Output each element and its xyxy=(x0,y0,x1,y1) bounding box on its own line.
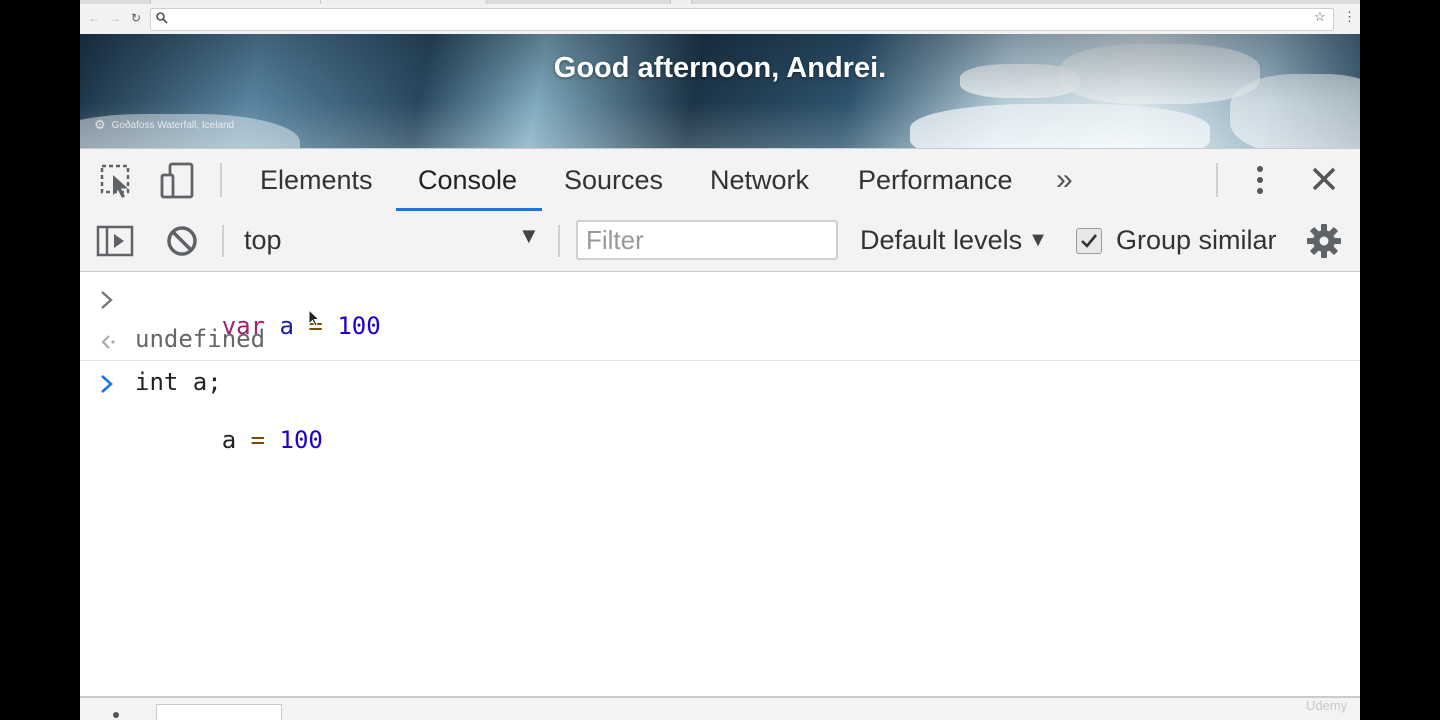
inspect-element-icon[interactable] xyxy=(98,161,138,201)
clear-console-icon[interactable] xyxy=(162,221,202,261)
console-prompt-line-2[interactable]: a = 100 xyxy=(135,398,323,482)
drawer-tab[interactable] xyxy=(156,704,282,720)
console-toolbar: top ▼ Default levels▼ Group similar xyxy=(80,211,1360,272)
result-arrow-icon xyxy=(101,335,115,349)
code-number: 100 xyxy=(337,312,381,340)
new-tab-banner: Good afternoon, Andrei. ⚙ Goðafoss Waterf… xyxy=(80,34,1360,148)
tab-performance[interactable]: Performance xyxy=(836,149,1035,211)
close-icon[interactable] xyxy=(1308,163,1340,195)
greeting-text: Good afternoon, Andrei. xyxy=(553,52,887,84)
device-toolbar-icon[interactable] xyxy=(158,161,198,201)
console-output[interactable]: var a = 100 undefined int a; a = 100 xyxy=(80,272,1360,696)
browser-tab[interactable] xyxy=(150,0,322,4)
browser-tab[interactable] xyxy=(320,0,487,4)
devtools-tabbar: Elements Console Sources Network Perform… xyxy=(80,148,1360,212)
dropdown-arrow-icon: ▼ xyxy=(1028,229,1048,251)
input-chevron-icon xyxy=(101,291,113,309)
code-operator: = xyxy=(250,426,266,454)
toolbar-divider xyxy=(1216,163,1218,197)
devtools-drawer xyxy=(80,696,1360,720)
toolbar-divider xyxy=(222,225,224,257)
browser-toolbar: ← → ↻ ☆ ⋮ xyxy=(80,0,1360,35)
group-similar-label[interactable]: Group similar xyxy=(1116,225,1277,256)
photo-credit[interactable]: ⚙ Goðafoss Waterfall, Iceland xyxy=(94,117,234,133)
default-levels-label: Default levels xyxy=(860,225,1023,255)
dropdown-arrow-icon: ▼ xyxy=(518,223,540,248)
default-levels-dropdown[interactable]: Default levels ▼ xyxy=(860,225,1048,256)
browser-menu-button[interactable]: ⋮ xyxy=(1343,9,1356,25)
filter-input[interactable] xyxy=(576,220,838,260)
address-bar[interactable] xyxy=(150,8,1334,31)
code-identifier: a xyxy=(221,426,237,454)
context-selector[interactable]: top ▼ xyxy=(244,221,544,261)
group-similar-checkbox[interactable] xyxy=(1076,228,1102,254)
toolbar-divider xyxy=(558,225,560,257)
search-icon xyxy=(156,12,168,24)
tab-sources[interactable]: Sources xyxy=(542,149,685,211)
screen: ← → ↻ ☆ ⋮ Good afternoon, Andrei. ⚙ Goðaf… xyxy=(80,0,1360,720)
new-tab-button[interactable] xyxy=(670,0,692,4)
console-result-line: undefined xyxy=(135,325,266,353)
drawer-menu-icon[interactable] xyxy=(113,712,119,718)
prompt-chevron-icon xyxy=(101,375,113,393)
devtools-menu-kebab-icon[interactable] xyxy=(1250,163,1270,199)
code-identifier: a xyxy=(279,312,294,340)
toolbar-divider xyxy=(220,163,222,197)
reload-button[interactable]: ↻ xyxy=(128,10,144,26)
console-prompt-line-1[interactable]: int a; xyxy=(135,368,222,396)
watermark-logo: Udemy xyxy=(1306,698,1348,713)
tab-elements[interactable]: Elements xyxy=(238,149,395,211)
bookmark-star-icon[interactable]: ☆ xyxy=(1314,9,1326,25)
back-button[interactable]: ← xyxy=(86,10,102,26)
address-input[interactable] xyxy=(173,11,1307,29)
tab-strip xyxy=(80,0,1360,4)
show-sidebar-icon[interactable] xyxy=(96,221,136,261)
gear-icon[interactable]: ⚙ xyxy=(94,117,106,132)
photo-credit-label: Goðafoss Waterfall, Iceland xyxy=(111,120,235,131)
mouse-cursor-icon xyxy=(308,309,321,327)
forward-button[interactable]: → xyxy=(107,10,123,26)
context-value: top xyxy=(244,225,282,255)
tab-network[interactable]: Network xyxy=(688,149,831,211)
settings-gear-icon[interactable] xyxy=(1306,223,1342,259)
entry-separator xyxy=(80,360,1360,361)
tab-console[interactable]: Console xyxy=(396,149,542,212)
code-number: 100 xyxy=(279,426,323,454)
more-tabs-chevron-icon[interactable]: » xyxy=(1056,163,1073,197)
